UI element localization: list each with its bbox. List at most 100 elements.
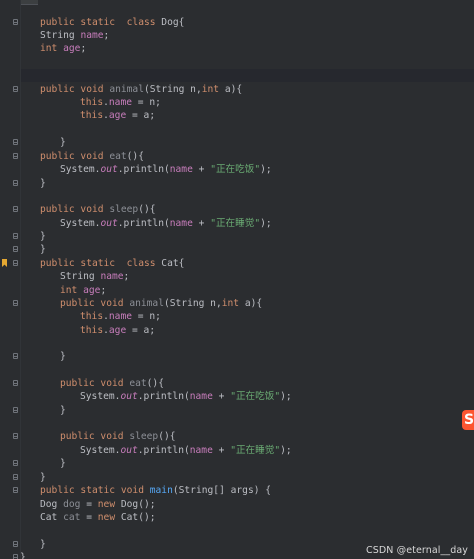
code-token: public void	[40, 84, 110, 95]
fold-marker-icon[interactable]	[13, 541, 18, 547]
code-token: }	[40, 539, 46, 550]
code-token: public void	[40, 151, 110, 162]
fold-marker-icon[interactable]	[13, 433, 18, 439]
code-line[interactable]: Cat cat = new Cat();	[0, 511, 474, 524]
fold-marker-icon[interactable]	[13, 460, 18, 466]
code-token: animal	[109, 84, 144, 95]
fold-marker-icon[interactable]	[13, 487, 18, 493]
code-line-text: public void animal(String n,int a){	[60, 297, 262, 310]
code-line[interactable]: System.out.println(name + "正在睡觉");	[0, 444, 474, 457]
code-line[interactable]: public void animal(String n,int a){	[0, 83, 474, 96]
csdn-logo-icon[interactable]: S	[462, 410, 474, 430]
code-token: ;	[100, 285, 107, 296]
code-token: }	[40, 231, 46, 242]
code-line-text: this.age = a;	[80, 324, 155, 337]
code-token: }	[60, 405, 66, 416]
code-line[interactable]: String name;	[0, 270, 474, 283]
code-token: ;	[123, 271, 130, 282]
code-line[interactable]: Dog dog = new Dog();	[0, 498, 474, 511]
fold-marker-icon[interactable]	[13, 407, 18, 413]
code-line[interactable]: }	[0, 136, 474, 149]
code-token: Dog{	[161, 17, 185, 28]
code-token: (){	[138, 204, 156, 215]
code-token: ;	[103, 30, 110, 41]
code-line[interactable]: int age;	[0, 284, 474, 297]
code-line[interactable]: System.out.println(name + "正在吃饭");	[0, 163, 474, 176]
code-line[interactable]: }	[0, 350, 474, 363]
code-token: a){	[244, 298, 263, 309]
code-token: "正在吃饭"	[230, 391, 281, 402]
code-token: Cat();	[120, 512, 156, 523]
code-token: int	[40, 43, 64, 54]
code-line[interactable]: int age;	[0, 42, 474, 55]
code-token: String	[60, 271, 101, 282]
code-line-text: }	[40, 243, 46, 256]
code-line[interactable]: }	[0, 230, 474, 243]
code-line[interactable]: public void sleep(){	[0, 430, 474, 443]
code-token: public static void	[40, 485, 150, 496]
code-token: +	[212, 391, 231, 402]
code-token: eat	[129, 378, 147, 389]
code-line-text: }	[40, 177, 46, 190]
code-line[interactable]: String name;	[0, 29, 474, 42]
fold-marker-icon[interactable]	[13, 233, 18, 239]
fold-marker-icon[interactable]	[13, 246, 18, 252]
code-token: +	[212, 445, 231, 456]
code-line[interactable]: this.name = n;	[0, 310, 474, 323]
code-token: name	[189, 391, 213, 402]
code-line[interactable]: }	[0, 457, 474, 470]
fold-marker-icon[interactable]	[13, 260, 18, 266]
current-line-highlight	[21, 69, 474, 82]
code-line[interactable]: public void sleep(){	[0, 203, 474, 216]
fold-marker-icon[interactable]	[13, 554, 18, 559]
code-line[interactable]: this.name = n;	[0, 96, 474, 109]
code-token: name	[108, 97, 132, 108]
fold-marker-icon[interactable]	[13, 153, 18, 159]
code-line[interactable]: }	[0, 243, 474, 256]
fold-marker-icon[interactable]	[13, 139, 18, 145]
code-token: name	[80, 30, 104, 41]
code-token: cat	[63, 512, 81, 523]
code-token: (){	[158, 431, 176, 442]
code-line[interactable]: public void eat(){	[0, 150, 474, 163]
fold-marker-icon[interactable]	[13, 353, 18, 359]
code-token: }	[40, 178, 46, 189]
fold-marker-icon[interactable]	[13, 206, 18, 212]
fold-marker-icon[interactable]	[13, 474, 18, 480]
fold-marker-icon[interactable]	[13, 19, 18, 25]
fold-marker-icon[interactable]	[13, 300, 18, 306]
code-editor[interactable]: public static class Dog{String name; int …	[0, 0, 474, 559]
fold-marker-icon[interactable]	[13, 380, 18, 386]
code-line[interactable]: }	[0, 177, 474, 190]
code-line[interactable]: public static class Dog{	[0, 16, 474, 29]
code-token: int	[60, 285, 84, 296]
code-token: System.	[60, 164, 101, 175]
code-line[interactable]: }	[0, 471, 474, 484]
code-token: new	[97, 499, 121, 510]
code-line-text: }	[40, 538, 46, 551]
code-line[interactable]: this.age = a;	[0, 109, 474, 122]
code-line-text: }	[60, 350, 66, 363]
code-line[interactable]: public static void main(String[] args) {	[0, 484, 474, 497]
code-token: out	[120, 391, 138, 402]
code-line-text: System.out.println(name + "正在吃饭");	[60, 163, 272, 176]
code-line[interactable]: System.out.println(name + "正在吃饭");	[0, 390, 474, 403]
fold-marker-icon[interactable]	[13, 180, 18, 186]
fold-marker-icon[interactable]	[13, 86, 18, 92]
code-line-text: public void eat(){	[60, 377, 164, 390]
code-token: sleep	[109, 204, 139, 215]
code-line-text: this.name = n;	[80, 96, 161, 109]
code-line[interactable]: this.age = a;	[0, 324, 474, 337]
code-token: System.	[80, 391, 121, 402]
code-line[interactable]: public void eat(){	[0, 377, 474, 390]
code-token: .println(	[137, 445, 190, 456]
code-line[interactable]: }	[0, 404, 474, 417]
code-token: );	[260, 218, 272, 229]
code-line[interactable]: public static class Cat{	[0, 257, 474, 270]
code-line[interactable]: System.out.println(name + "正在睡觉");	[0, 217, 474, 230]
code-token: main	[149, 485, 173, 496]
code-line[interactable]: public void animal(String n,int a){	[0, 297, 474, 310]
code-line-text: public void eat(){	[40, 150, 144, 163]
code-line-text: }	[60, 136, 66, 149]
code-line-text: }	[60, 457, 66, 470]
